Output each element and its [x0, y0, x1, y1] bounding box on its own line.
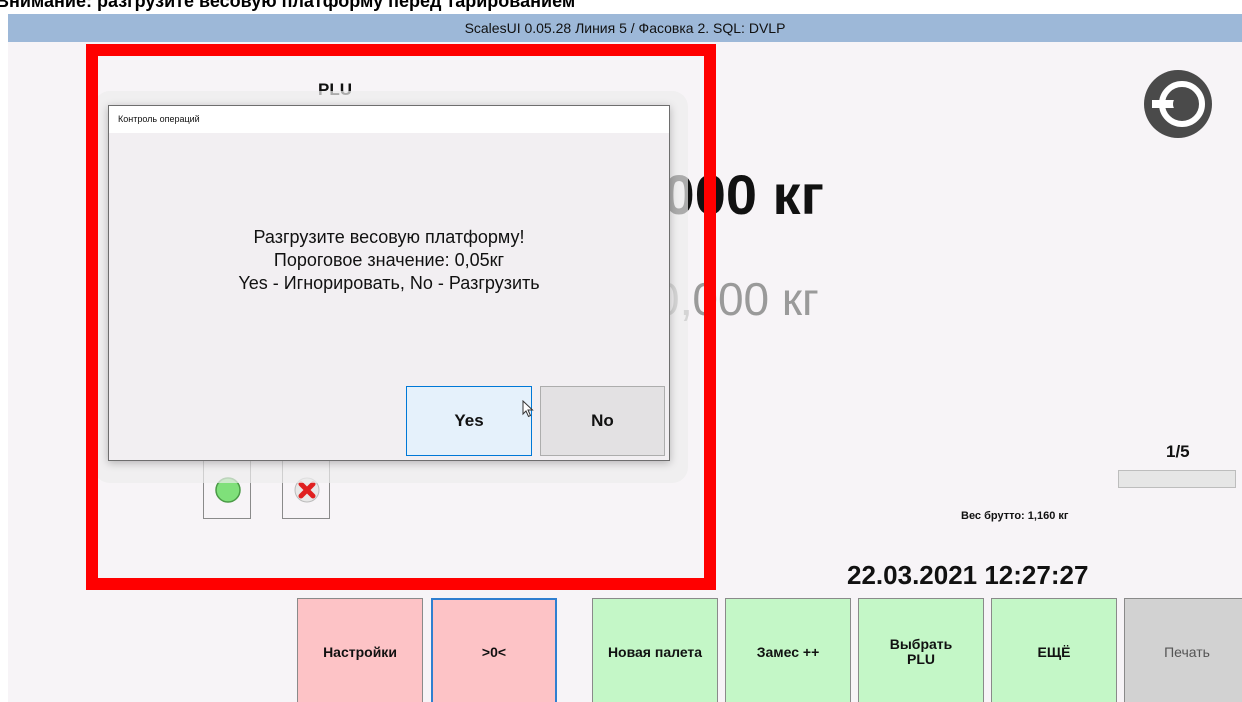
dialog-message-line2: Пороговое значение: 0,05кг	[273, 250, 505, 270]
settings-button[interactable]: Настройки	[297, 598, 423, 702]
exit-button[interactable]	[1138, 64, 1218, 144]
tare-button[interactable]: >0<	[431, 598, 557, 702]
mouse-cursor-icon	[522, 400, 534, 418]
print-button[interactable]: Печать	[1124, 598, 1242, 702]
operation-control-dialog: Контроль операций Разгрузите весовую пла…	[108, 105, 670, 461]
dialog-title: Контроль операций	[109, 106, 669, 133]
select-plu-line1: Выбрать	[889, 636, 953, 653]
yes-button[interactable]: Yes	[406, 386, 532, 456]
more-button[interactable]: ЕЩЁ	[991, 598, 1117, 702]
select-plu-button[interactable]: Выбрать PLU	[858, 598, 984, 702]
gross-weight: Вес брутто: 1,160 кг	[961, 510, 1069, 522]
batch-increment-button[interactable]: Замес ++	[725, 598, 851, 702]
select-plu-line2: PLU	[907, 651, 935, 667]
dialog-message-line1: Разгрузите весовую платформу!	[253, 227, 525, 247]
dialog-message-line3: Yes - Игнорировать, No - Разгрузить	[238, 273, 540, 293]
window-titlebar: ScalesUI 0.05.28 Линия 5 / Фасовка 2. SQ…	[8, 14, 1242, 42]
progress-bar	[1118, 470, 1236, 488]
top-cropped-text-strip: Внимание: разгрузите весовую платформу п…	[0, 0, 1242, 14]
power-exit-icon	[1144, 70, 1212, 138]
app-window: ScalesUI 0.05.28 Линия 5 / Фасовка 2. SQ…	[8, 14, 1242, 702]
page-counter: 1/5	[1166, 442, 1190, 461]
dialog-message: Разгрузите весовую платформу! Пороговое …	[109, 226, 669, 295]
no-button[interactable]: No	[540, 386, 665, 456]
top-cropped-text: Внимание: разгрузите весовую платформу п…	[0, 0, 576, 11]
new-pallet-button[interactable]: Новая палета	[592, 598, 718, 702]
datetime: 22.03.2021 12:27:27	[847, 560, 1089, 590]
